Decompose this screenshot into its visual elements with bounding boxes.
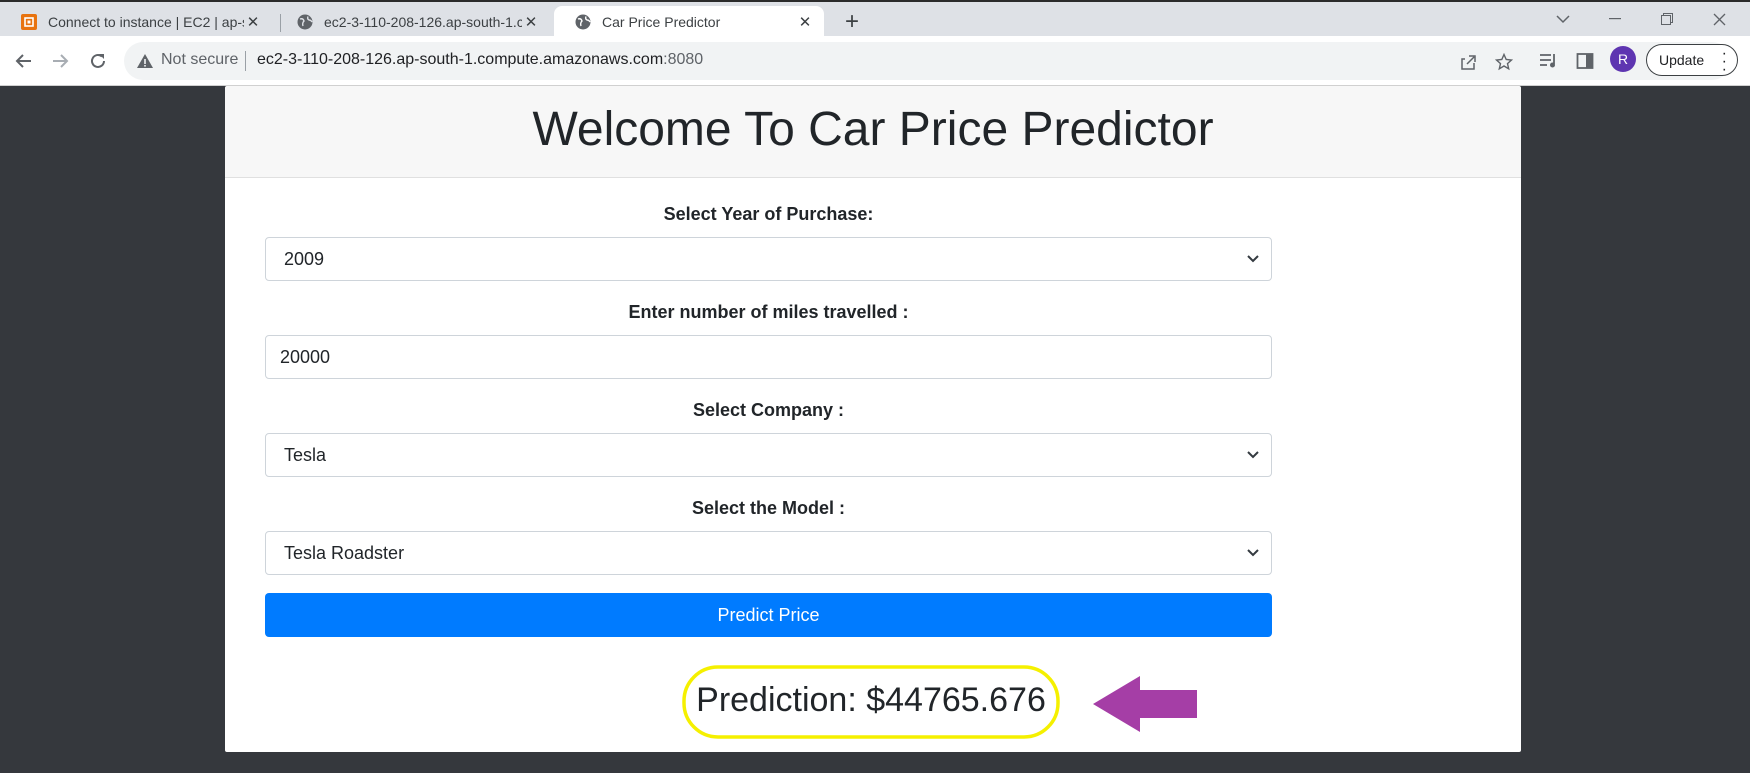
more-menu-icon[interactable]: · · · xyxy=(1722,46,1727,78)
tab-ec2-connect[interactable]: Connect to instance | EC2 | ap-south-1 ✕ xyxy=(0,6,272,38)
url-text[interactable]: ec2-3-110-208-126.ap-south-1.compute.ama… xyxy=(257,51,703,69)
share-icon[interactable] xyxy=(1457,51,1479,73)
window-close-icon[interactable] xyxy=(1696,6,1742,32)
restore-icon[interactable] xyxy=(1644,6,1690,32)
prediction-result: Prediction: $44765.676 xyxy=(696,680,1046,719)
back-button[interactable] xyxy=(8,45,40,77)
model-value: Tesla Roadster xyxy=(284,542,405,563)
close-icon[interactable]: ✕ xyxy=(522,13,540,31)
security-status: Not secure xyxy=(161,51,239,68)
chevron-down-icon xyxy=(1247,549,1259,557)
tab-title: Car Price Predictor xyxy=(602,14,721,30)
tab-app-url[interactable]: ec2-3-110-208-126.ap-south-1.compute.ama… xyxy=(276,6,550,38)
model-label: Select the Model : xyxy=(691,498,846,518)
page-title: Welcome To Car Price Predictor xyxy=(532,103,1214,156)
tab-search-icon[interactable] xyxy=(1540,6,1586,32)
page-viewport: Welcome To Car Price Predictor Select Ye… xyxy=(0,86,1750,773)
media-queue-icon[interactable] xyxy=(1538,50,1560,72)
model-select[interactable]: Tesla Roadster xyxy=(265,531,1272,575)
chevron-down-icon xyxy=(1247,451,1259,459)
warning-icon[interactable] xyxy=(136,52,154,70)
predictor-card: Welcome To Car Price Predictor Select Ye… xyxy=(225,86,1521,752)
reload-icon xyxy=(91,53,105,68)
predict-price-button[interactable]: Predict Price xyxy=(265,593,1272,637)
divider xyxy=(245,51,246,71)
reload-button[interactable] xyxy=(82,45,114,77)
arrow-left-icon xyxy=(15,54,31,68)
chevron-down-icon xyxy=(1247,255,1259,263)
tab-title: ec2-3-110-208-126.ap-south-1.compute.ama… xyxy=(324,14,522,30)
new-tab-button[interactable]: + xyxy=(838,8,866,36)
close-icon[interactable]: ✕ xyxy=(244,13,262,31)
forward-button[interactable] xyxy=(44,45,76,77)
update-button[interactable]: Update · · · xyxy=(1646,44,1738,78)
year-value: 2009 xyxy=(284,248,325,269)
globe-icon xyxy=(575,14,591,30)
miles-value: 20000 xyxy=(280,346,331,367)
year-select[interactable]: 2009 xyxy=(265,237,1272,281)
aws-ec2-icon xyxy=(21,14,37,30)
tab-car-price-predictor[interactable]: Car Price Predictor ✕ xyxy=(554,6,824,38)
miles-label: Enter number of miles travelled : xyxy=(628,302,909,322)
minimize-icon[interactable] xyxy=(1592,6,1638,32)
company-select[interactable]: Tesla xyxy=(265,433,1272,477)
address-bar[interactable]: Not secure ec2-3-110-208-126.ap-south-1.… xyxy=(124,42,1731,80)
update-label: Update xyxy=(1659,52,1705,68)
close-icon[interactable]: ✕ xyxy=(796,13,814,31)
globe-icon xyxy=(297,14,313,30)
pointer-arrow-icon xyxy=(1093,676,1197,732)
profile-avatar[interactable]: R xyxy=(1610,46,1636,72)
tab-bar: Connect to instance | EC2 | ap-south-1 ✕… xyxy=(0,0,1750,38)
company-label: Select Company : xyxy=(692,400,845,420)
company-value: Tesla xyxy=(284,444,327,465)
browser-toolbar: Not secure ec2-3-110-208-126.ap-south-1.… xyxy=(0,36,1750,86)
card-header: Welcome To Car Price Predictor xyxy=(225,86,1521,178)
year-label: Select Year of Purchase: xyxy=(663,204,874,224)
miles-input[interactable]: 20000 xyxy=(265,335,1272,379)
side-panel-icon[interactable] xyxy=(1574,50,1596,72)
bookmark-star-icon[interactable] xyxy=(1493,51,1515,73)
arrow-right-icon xyxy=(53,54,69,68)
tab-title: Connect to instance | EC2 | ap-south-1 xyxy=(48,14,244,30)
